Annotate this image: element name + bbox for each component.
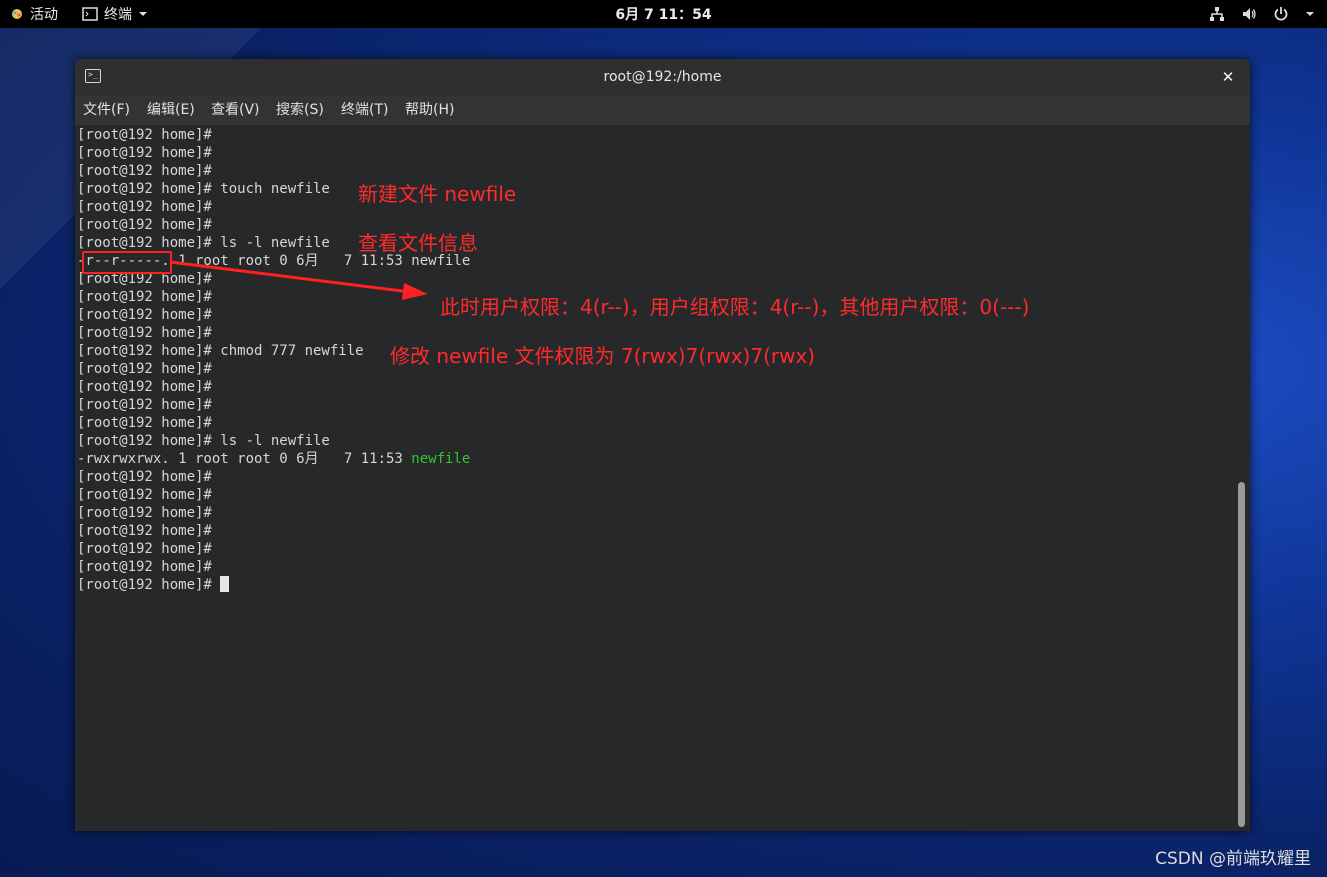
terminal-prompt: [root@192 home]#	[77, 127, 212, 143]
terminal-prompt: [root@192 home]#	[77, 505, 212, 521]
terminal-line: [root@192 home]#	[77, 522, 470, 540]
terminal-prompt: [root@192 home]#	[77, 217, 212, 233]
terminal-line: [root@192 home]#	[77, 540, 470, 558]
menu-file[interactable]: 文件(F)	[83, 95, 130, 125]
terminal-prompt: [root@192 home]#	[77, 433, 212, 449]
window-title: root@192:/home	[603, 69, 722, 85]
top-bar: 活动 终端 6月 7 11：54	[0, 0, 1327, 28]
terminal-prompt: [root@192 home]#	[77, 361, 212, 377]
terminal-prompt: [root@192 home]#	[77, 325, 212, 341]
terminal-line: [root@192 home]#	[77, 414, 470, 432]
terminal-prompt: [root@192 home]#	[77, 487, 212, 503]
terminal-prompt: [root@192 home]#	[77, 379, 212, 395]
terminal-filename: newfile	[411, 451, 471, 467]
terminal-prompt: [root@192 home]#	[77, 469, 212, 485]
terminal-line: [root@192 home]#	[77, 396, 470, 414]
terminal-output[interactable]: [root@192 home]# [root@192 home]# [root@19…	[75, 125, 1250, 831]
terminal-line: [root@192 home]#	[77, 144, 470, 162]
menu-edit[interactable]: 编辑(E)	[147, 95, 195, 125]
menu-bar: 文件(F) 编辑(E) 查看(V) 搜索(S) 终端(T) 帮助(H)	[75, 95, 1250, 125]
volume-icon	[1241, 6, 1257, 22]
terminal-icon	[82, 7, 98, 21]
power-icon	[1273, 6, 1289, 22]
terminal-prompt: [root@192 home]#	[77, 163, 212, 179]
terminal-line: [root@192 home]# ls -l newfile	[77, 432, 470, 450]
terminal-line: [root@192 home]#	[77, 486, 470, 504]
window-titlebar[interactable]: >_ root@192:/home ✕	[75, 59, 1250, 95]
terminal-command: touch newfile	[211, 181, 330, 197]
status-chevron-down-icon	[1305, 10, 1315, 18]
terminal-command: chmod 777 newfile	[211, 343, 364, 359]
terminal-prompt: [root@192 home]#	[77, 235, 212, 251]
terminal-line: [root@192 home]#	[77, 504, 470, 522]
menu-help[interactable]: 帮助(H)	[405, 95, 454, 125]
terminal-prompt: [root@192 home]#	[77, 145, 212, 161]
network-icon	[1209, 6, 1225, 22]
terminal-prompt: -rwxrwxrwx. 1 root root 0 6月 7 11:53	[77, 451, 412, 467]
menu-view[interactable]: 查看(V)	[211, 95, 260, 125]
terminal-command	[212, 577, 220, 593]
activities-icon	[10, 7, 24, 21]
terminal-prompt: [root@192 home]#	[77, 541, 212, 557]
watermark: CSDN @前端玖耀里	[1155, 849, 1311, 869]
menu-search[interactable]: 搜索(S)	[276, 95, 324, 125]
annotation-ls: 查看文件信息	[358, 231, 478, 255]
terminal-prompt: [root@192 home]#	[77, 559, 212, 575]
terminal-prompt: [root@192 home]#	[77, 415, 212, 431]
clock[interactable]: 6月 7 11：54	[0, 0, 1327, 28]
annotation-permissions: 此时用户权限：4(r--)，用户组权限：4(r--)，其他用户权限：0(---)	[440, 295, 1030, 319]
terminal-line: [root@192 home]#	[77, 576, 470, 594]
annotation-highlight-box	[82, 251, 172, 274]
chevron-down-icon	[138, 10, 148, 18]
scrollbar-thumb[interactable]	[1238, 482, 1245, 827]
terminal-prompt: [root@192 home]#	[77, 577, 212, 593]
terminal-prompt: [root@192 home]#	[77, 289, 212, 305]
terminal-command: ls -l newfile	[211, 433, 330, 449]
terminal-line: [root@192 home]#	[77, 468, 470, 486]
terminal-line: [root@192 home]#	[77, 126, 470, 144]
terminal-cursor	[220, 576, 230, 592]
terminal-prompt: [root@192 home]#	[77, 181, 212, 197]
activities-button[interactable]: 活动	[10, 0, 58, 28]
annotation-chmod: 修改 newfile 文件权限为 7(rwx)7(rwx)7(rwx)	[390, 344, 816, 368]
terminal-line: [root@192 home]#	[77, 306, 470, 324]
terminal-line: [root@192 home]#	[77, 378, 470, 396]
activities-label: 活动	[30, 7, 58, 23]
menu-terminal[interactable]: 终端(T)	[341, 95, 388, 125]
terminal-line: -rwxrwxrwx. 1 root root 0 6月 7 11:53 new…	[77, 450, 470, 468]
terminal-command: ls -l newfile	[211, 235, 330, 251]
close-button[interactable]: ✕	[1218, 67, 1238, 87]
terminal-prompt: [root@192 home]#	[77, 307, 212, 323]
terminal-prompt: [root@192 home]#	[77, 199, 212, 215]
terminal-prompt: [root@192 home]#	[77, 397, 212, 413]
terminal-window: >_ root@192:/home ✕ 文件(F) 编辑(E) 查看(V) 搜索…	[75, 59, 1250, 831]
app-menu-button[interactable]: 终端	[82, 0, 148, 28]
terminal-prompt: [root@192 home]#	[77, 523, 212, 539]
annotation-touch: 新建文件 newfile	[358, 182, 517, 206]
terminal-prompt: [root@192 home]#	[77, 343, 212, 359]
terminal-line: [root@192 home]#	[77, 288, 470, 306]
terminal-line: [root@192 home]#	[77, 558, 470, 576]
terminal-scrollbar[interactable]	[1238, 127, 1246, 829]
app-menu-label: 终端	[104, 7, 132, 23]
system-status-menu[interactable]	[1209, 0, 1315, 28]
